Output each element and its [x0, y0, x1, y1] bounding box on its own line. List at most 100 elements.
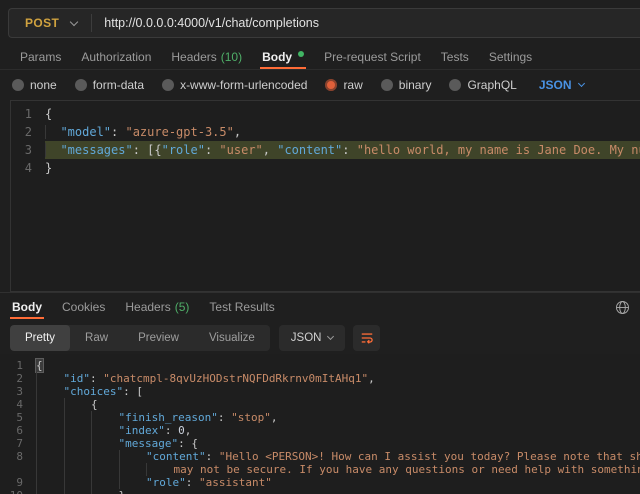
radio-icon	[162, 79, 174, 91]
response-tab-body[interactable]: Body	[2, 293, 52, 321]
view-pretty[interactable]: Pretty	[10, 325, 70, 351]
line-number: 5	[0, 411, 36, 424]
line-number: 1	[11, 105, 45, 123]
response-tab-headers[interactable]: Headers (5)	[115, 293, 199, 321]
postman-window: POST http://0.0.0.0:4000/v1/chat/complet…	[0, 0, 640, 494]
request-url-bar: POST http://0.0.0.0:4000/v1/chat/complet…	[8, 8, 640, 38]
chevron-down-icon	[577, 80, 584, 87]
tab-pre-request-script[interactable]: Pre-request Script	[314, 45, 431, 69]
view-raw[interactable]: Raw	[70, 325, 123, 351]
view-preview[interactable]: Preview	[123, 325, 194, 351]
code-line: 10 }	[0, 489, 640, 494]
request-tabs: Params Authorization Headers (10) Body Pr…	[0, 45, 640, 70]
line-number: 4	[0, 398, 36, 411]
mode-label: GraphQL	[467, 78, 516, 92]
line-number: 1	[0, 359, 36, 372]
response-tab-cookies[interactable]: Cookies	[52, 293, 115, 321]
line-number: 8	[0, 450, 36, 463]
response-view-switch: Pretty Raw Preview Visualize	[10, 325, 270, 351]
response-tab-test-results[interactable]: Test Results	[199, 293, 284, 321]
code-line: 1{	[0, 359, 640, 372]
raw-format-selector[interactable]: JSON	[539, 78, 584, 92]
tab-settings[interactable]: Settings	[479, 45, 542, 69]
tab-authorization[interactable]: Authorization	[71, 45, 161, 69]
response-body-editor[interactable]: 1{2 "id": "chatcmpl-8qvUzHODstrNQFDdRkrn…	[0, 354, 640, 494]
response-format-label: JSON	[291, 332, 322, 344]
code-line: 9 "role": "assistant"	[0, 476, 640, 489]
line-number: 2	[0, 372, 36, 385]
tab-body[interactable]: Body	[252, 45, 314, 69]
tab-label: Body	[12, 300, 42, 314]
mode-x-www-form-urlencoded[interactable]: x-www-form-urlencoded	[162, 78, 307, 92]
tab-params[interactable]: Params	[10, 45, 71, 69]
url-input[interactable]: http://0.0.0.0:4000/v1/chat/completions	[92, 16, 640, 30]
tab-label: Cookies	[62, 300, 105, 314]
mode-label: raw	[343, 78, 362, 92]
line-number: 3	[0, 385, 36, 398]
mode-none[interactable]: none	[12, 78, 57, 92]
code-line: 1{	[11, 105, 640, 123]
mode-label: form-data	[93, 78, 144, 92]
tab-headers[interactable]: Headers (10)	[161, 45, 252, 69]
view-visualize[interactable]: Visualize	[194, 325, 270, 351]
response-tabs: Body Cookies Headers (5) Test Results	[0, 292, 640, 321]
code-line: 2 "id": "chatcmpl-8qvUzHODstrNQFDdRkrnv0…	[0, 372, 640, 385]
wrap-text-icon	[360, 331, 374, 345]
code-line: 2 "model": "azure-gpt-3.5",	[11, 123, 640, 141]
tab-label: Headers	[171, 50, 216, 64]
code-line: 5 "finish_reason": "stop",	[0, 411, 640, 424]
line-number: 2	[11, 123, 45, 141]
tab-label: Headers	[125, 300, 170, 314]
chevron-down-icon	[327, 332, 334, 339]
code-line: 8 "content": "Hello <PERSON>! How can I …	[0, 450, 640, 463]
globe-icon[interactable]	[615, 293, 630, 321]
headers-count-badge: (5)	[175, 300, 190, 314]
line-number: 9	[0, 476, 36, 489]
raw-format-label: JSON	[539, 78, 572, 92]
mode-label: binary	[399, 78, 432, 92]
headers-count-badge: (10)	[221, 50, 242, 64]
code-line: 6 "index": 0,	[0, 424, 640, 437]
line-number: 3	[11, 141, 45, 159]
line-number: 7	[0, 437, 36, 450]
mode-form-data[interactable]: form-data	[75, 78, 144, 92]
code-line: 4 {	[0, 398, 640, 411]
view-label: Raw	[85, 332, 108, 344]
mode-label: x-www-form-urlencoded	[180, 78, 307, 92]
method-label: POST	[25, 16, 59, 30]
tab-label: Pre-request Script	[324, 50, 421, 64]
view-label: Preview	[138, 332, 179, 344]
body-modified-dot-icon	[298, 51, 304, 57]
radio-selected-icon	[325, 79, 337, 91]
line-number: 10	[0, 489, 36, 494]
mode-label: none	[30, 78, 57, 92]
code-line: 4}	[11, 159, 640, 177]
view-label: Visualize	[209, 332, 255, 344]
radio-icon	[12, 79, 24, 91]
tab-label: Authorization	[81, 50, 151, 64]
tab-tests[interactable]: Tests	[431, 45, 479, 69]
tab-label: Settings	[489, 50, 532, 64]
mode-binary[interactable]: binary	[381, 78, 432, 92]
method-selector[interactable]: POST	[9, 9, 91, 37]
mode-graphql[interactable]: GraphQL	[449, 78, 516, 92]
tab-label: Tests	[441, 50, 469, 64]
mode-raw[interactable]: raw	[325, 78, 362, 92]
response-toolbar: Pretty Raw Preview Visualize JSON	[0, 321, 640, 354]
tab-label: Params	[20, 50, 61, 64]
line-number	[0, 463, 36, 476]
code-line: may not be secure. If you have any quest…	[0, 463, 640, 476]
code-line: 7 "message": {	[0, 437, 640, 450]
request-body-editor[interactable]: 1{2 "model": "azure-gpt-3.5",3 "messages…	[10, 100, 640, 292]
line-number: 4	[11, 159, 45, 177]
wrap-text-button[interactable]	[353, 325, 380, 351]
tab-label: Test Results	[209, 300, 274, 314]
radio-icon	[75, 79, 87, 91]
response-format-selector[interactable]: JSON	[279, 325, 346, 351]
radio-icon	[381, 79, 393, 91]
body-mode-row: none form-data x-www-form-urlencoded raw…	[0, 70, 640, 100]
tab-label: Body	[262, 50, 292, 64]
chevron-down-icon	[70, 17, 78, 25]
line-number: 6	[0, 424, 36, 437]
view-label: Pretty	[25, 332, 55, 344]
